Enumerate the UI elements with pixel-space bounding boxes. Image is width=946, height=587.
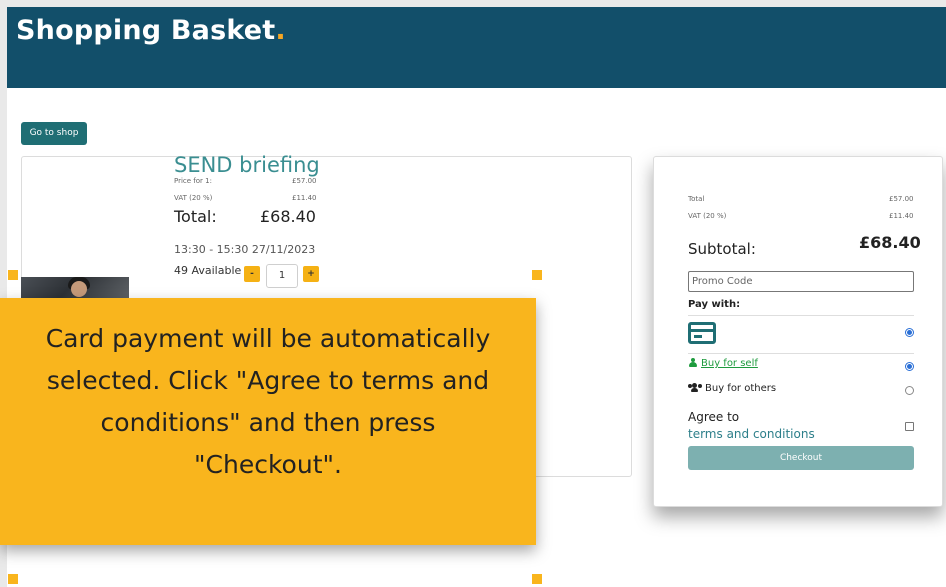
promo-code-input[interactable]: Promo Code: [688, 271, 914, 292]
divider: [688, 353, 914, 354]
price-for-value: £57.00: [292, 177, 317, 185]
buy-for-others-option[interactable]: Buy for others: [688, 383, 776, 394]
availability-count: 49 Available: [174, 264, 242, 277]
buy-for-self-option[interactable]: Buy for self: [688, 358, 758, 369]
terms-link[interactable]: terms and conditions: [688, 427, 815, 441]
increment-button[interactable]: +: [303, 266, 319, 282]
vat-label: VAT (20 %): [174, 194, 213, 202]
instruction-text: Card payment will be automatically selec…: [45, 324, 491, 479]
product-title: SEND briefing: [174, 153, 320, 177]
site-header: Shopping Basket.: [7, 7, 946, 88]
page-title: Shopping Basket.: [16, 15, 286, 46]
subtotal-label: Subtotal:: [688, 240, 756, 258]
agree-terms-checkbox[interactable]: [905, 422, 914, 431]
buy-for-others-radio[interactable]: [905, 386, 914, 395]
instruction-callout: Card payment will be automatically selec…: [0, 298, 536, 545]
resize-handle[interactable]: [8, 270, 18, 280]
event-datetime: 13:30 - 15:30 27/11/2023: [174, 243, 316, 256]
pay-with-label: Pay with:: [688, 299, 741, 310]
go-to-shop-button[interactable]: Go to shop: [21, 122, 87, 145]
brand-dot: .: [275, 15, 286, 46]
item-total-value: £68.40: [260, 207, 316, 226]
card-payment-radio[interactable]: [905, 328, 914, 337]
resize-handle[interactable]: [8, 574, 18, 584]
checkout-button[interactable]: Checkout: [688, 446, 914, 470]
subtotal-value: £68.40: [859, 233, 921, 252]
price-for-label: Price for 1:: [174, 177, 212, 185]
item-total-label: Total:: [174, 207, 217, 226]
resize-handle[interactable]: [532, 270, 542, 280]
summary-vat-value: £11.40: [889, 212, 914, 220]
person-icon: [688, 358, 698, 367]
photo-face: [71, 281, 87, 297]
decrement-button[interactable]: -: [244, 266, 260, 282]
summary-total-label: Total: [688, 195, 705, 203]
divider: [688, 315, 914, 316]
resize-handle[interactable]: [532, 574, 542, 584]
vat-value: £11.40: [292, 194, 317, 202]
quantity-input[interactable]: 1: [266, 264, 298, 288]
credit-card-icon[interactable]: [688, 322, 716, 344]
people-icon: [688, 383, 702, 392]
buy-for-self-radio[interactable]: [905, 362, 914, 371]
agree-label: Agree to: [688, 410, 740, 424]
summary-vat-label: VAT (20 %): [688, 212, 727, 220]
summary-total-value: £57.00: [889, 195, 914, 203]
